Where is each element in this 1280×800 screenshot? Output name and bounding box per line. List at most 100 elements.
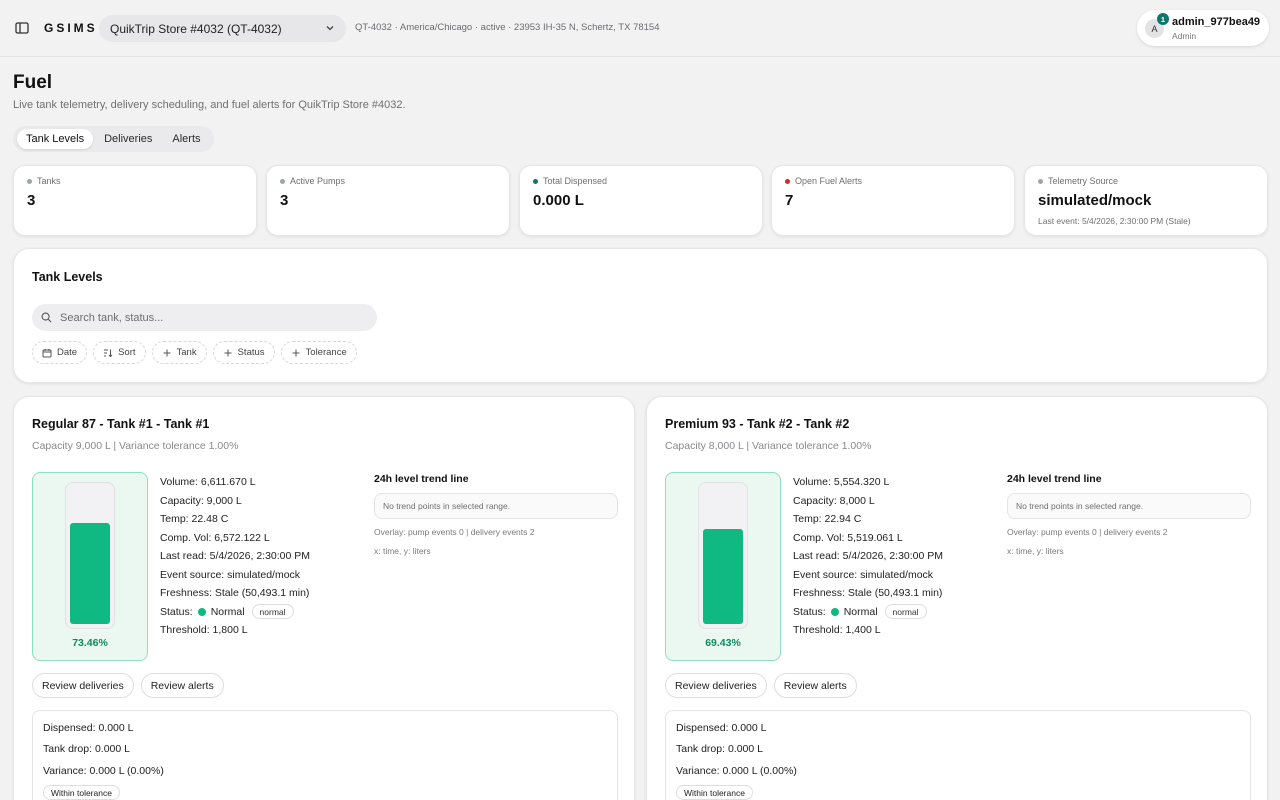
status-badge: normal (884, 604, 927, 620)
reading-last-read: Last read: 5/4/2026, 2:30:00 PM (160, 550, 311, 562)
trend-title: 24h level trend line (374, 473, 469, 485)
tank-readings: Volume: 5,554.320 L Capacity: 8,000 L Te… (793, 473, 943, 640)
stat-label: Telemetry Source (1048, 176, 1119, 186)
filter-chip-status[interactable]: Status (212, 341, 275, 364)
tolerance-badge: Within tolerance (43, 785, 120, 800)
chip-label: Tank (176, 347, 197, 358)
filter-chip-tolerance[interactable]: Tolerance (280, 341, 357, 364)
status-value: Normal (210, 605, 245, 618)
tab-alerts[interactable]: Alerts (163, 129, 209, 149)
reading-status: Status: Normal normal (793, 603, 943, 622)
summary-dispensed: Dispensed: 0.000 L (43, 722, 134, 734)
tank-actions: Review deliveries Review alerts (32, 673, 224, 698)
trend-empty-state: No trend points in selected range. (1007, 493, 1251, 519)
search-input[interactable] (60, 309, 360, 326)
status-dot (533, 178, 538, 184)
gauge-fill (70, 523, 110, 624)
stat-value: simulated/mock (1038, 192, 1152, 209)
plus-icon (292, 349, 300, 356)
tank-levels-panel: Tank Levels Date Sort Tank Status Tolera… (13, 248, 1268, 383)
chip-label: Sort (118, 347, 136, 358)
review-alerts-button[interactable]: Review alerts (140, 673, 224, 698)
filter-chips: Date Sort Tank Status Tolerance (32, 341, 357, 364)
trend-overlay: Overlay: pump events 0 | delivery events… (374, 527, 535, 537)
reading-event-source: Event source: simulated/mock (793, 568, 934, 581)
reading-freshness: Freshness: Stale (50,493.1 min) (160, 587, 310, 599)
summary-variance: Variance: 0.000 L (0.00%) (43, 765, 164, 777)
filter-chip-tank[interactable]: Tank (151, 341, 207, 364)
top-bar: GSIMS QuikTrip Store #4032 (QT-4032) QT-… (0, 0, 1280, 57)
trend-axes: x: time, y: liters (1007, 546, 1064, 556)
status-label: Status: (793, 605, 826, 618)
review-deliveries-button[interactable]: Review deliveries (665, 673, 767, 698)
tab-deliveries[interactable]: Deliveries (95, 129, 161, 149)
user-name: admin_977bea49 (1172, 16, 1261, 28)
user-menu[interactable]: A 1 admin_977bea49 Admin (1137, 10, 1269, 46)
status-dot (785, 178, 790, 184)
reading-capacity: Capacity: 9,000 L (160, 494, 242, 507)
calendar-icon (42, 348, 52, 357)
stat-card-open-fuel-alerts: Open Fuel Alerts 7 (771, 165, 1015, 236)
tank-actions: Review deliveries Review alerts (665, 673, 857, 698)
reading-threshold: Threshold: 1,800 L (160, 624, 248, 636)
store-select[interactable]: QuikTrip Store #4032 (QT-4032) (99, 15, 346, 42)
chip-label: Status (237, 347, 265, 358)
filter-chip-sort[interactable]: Sort (93, 341, 146, 364)
gauge-percent: 73.46% (72, 637, 108, 649)
status-dot (197, 607, 206, 616)
tank-subtitle: Capacity 9,000 L | Variance tolerance 1.… (32, 440, 239, 452)
trend-section: 24h level trend line No trend points in … (374, 473, 618, 556)
sort-icon (104, 349, 113, 357)
summary-variance: Variance: 0.000 L (0.00%) (676, 765, 797, 777)
status-dot (27, 178, 32, 184)
filter-chip-date[interactable]: Date (32, 341, 88, 364)
status-badge: normal (251, 604, 294, 620)
tank-gauge: 73.46% (32, 472, 148, 661)
tank-card: Regular 87 - Tank #1 - Tank #1 Capacity … (13, 396, 635, 800)
brand-logo[interactable]: GSIMS (44, 21, 98, 35)
trend-overlay: Overlay: pump events 0 | delivery events… (1007, 527, 1168, 537)
summary-dispensed: Dispensed: 0.000 L (676, 722, 767, 734)
trend-axes: x: time, y: liters (374, 546, 431, 556)
summary-tank-drop: Tank drop: 0.000 L (43, 743, 130, 755)
tank-title: Premium 93 - Tank #2 - Tank #2 (665, 417, 850, 431)
reading-status: Status: Normal normal (160, 603, 310, 622)
tab-bar: Tank Levels Deliveries Alerts (13, 126, 214, 152)
user-role: Admin (1172, 31, 1197, 41)
trend-title: 24h level trend line (1007, 473, 1102, 485)
tank-card: Premium 93 - Tank #2 - Tank #2 Capacity … (646, 396, 1268, 800)
stat-label: Tanks (37, 176, 61, 186)
reading-volume: Volume: 5,554.320 L (793, 476, 890, 488)
gauge-tube (698, 482, 748, 629)
store-select-value: QuikTrip Store #4032 (QT-4032) (110, 21, 282, 36)
stat-card-active-pumps: Active Pumps 3 (266, 165, 510, 236)
gauge-fill (703, 528, 743, 624)
variance-summary: Dispensed: 0.000 L Tank drop: 0.000 L Va… (32, 710, 618, 800)
stat-value: 3 (280, 192, 289, 209)
status-dot (280, 178, 285, 184)
status-value: Normal (843, 605, 878, 618)
variance-summary: Dispensed: 0.000 L Tank drop: 0.000 L Va… (665, 710, 1251, 800)
plus-icon (163, 349, 171, 356)
review-deliveries-button[interactable]: Review deliveries (32, 673, 134, 698)
stat-sub: Last event: 5/4/2026, 2:30:00 PM (Stale) (1038, 216, 1191, 226)
reading-last-read: Last read: 5/4/2026, 2:30:00 PM (793, 550, 944, 562)
reading-capacity: Capacity: 8,000 L (793, 494, 875, 507)
tab-tank-levels[interactable]: Tank Levels (17, 129, 94, 149)
status-dot (1038, 178, 1043, 184)
summary-tank-drop: Tank drop: 0.000 L (676, 743, 763, 755)
search-box[interactable] (32, 304, 377, 331)
notification-badge: 1 (1157, 13, 1169, 25)
stat-card-tanks: Tanks 3 (13, 165, 257, 236)
tolerance-badge: Within tolerance (676, 785, 753, 800)
reading-comp-vol: Comp. Vol: 6,572.122 L (160, 531, 270, 544)
review-alerts-button[interactable]: Review alerts (773, 673, 857, 698)
stat-label: Open Fuel Alerts (795, 176, 863, 186)
page-subtitle: Live tank telemetry, delivery scheduling… (13, 99, 406, 111)
reading-volume: Volume: 6,611.670 L (160, 476, 256, 488)
store-meta: QT-4032 · America/Chicago · active · 239… (355, 22, 660, 33)
stat-label: Total Dispensed (543, 176, 608, 186)
status-dot (830, 607, 839, 616)
reading-comp-vol: Comp. Vol: 5,519.061 L (793, 531, 903, 544)
sidebar-toggle-icon[interactable] (14, 20, 30, 36)
